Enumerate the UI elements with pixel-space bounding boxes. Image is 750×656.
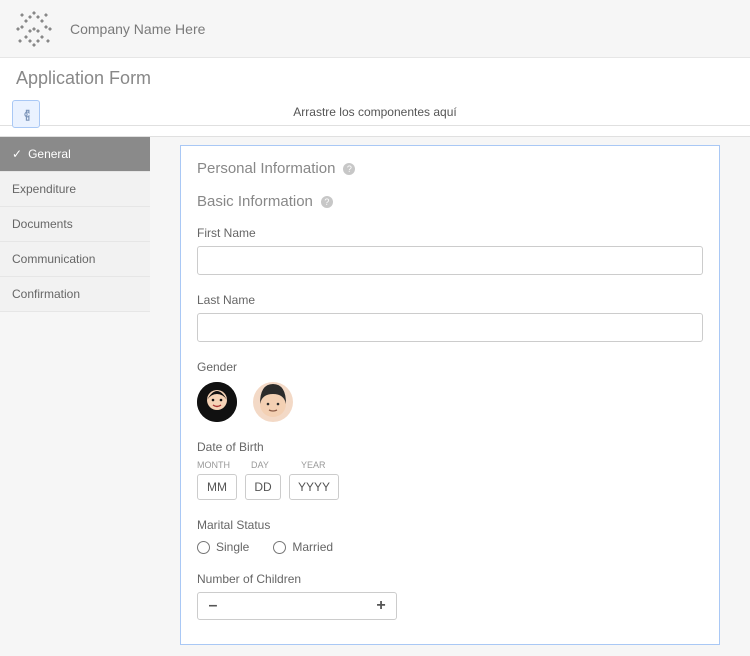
children-stepper: – + — [197, 592, 397, 620]
female-avatar-icon — [197, 382, 237, 422]
sidebar-item-label: Confirmation — [12, 287, 80, 301]
wrench-icon — [19, 107, 33, 121]
dob-day-input[interactable]: DD — [245, 474, 281, 500]
field-dob: Date of Birth MONTH DAY YEAR MM DD YYYY — [197, 440, 703, 500]
dob-month-header: MONTH — [197, 460, 237, 470]
dob-day-header: DAY — [251, 460, 287, 470]
field-last-name: Last Name — [197, 293, 703, 342]
field-marital-status: Marital Status Single Married — [197, 518, 703, 554]
section-title-text: Basic Information — [197, 193, 313, 210]
company-logo — [14, 9, 54, 49]
first-name-input[interactable] — [197, 246, 703, 275]
children-value[interactable] — [228, 593, 366, 619]
last-name-input[interactable] — [197, 313, 703, 342]
company-name: Company Name Here — [70, 21, 205, 37]
sidebar: ✓ General Expenditure Documents Communic… — [0, 137, 150, 656]
sidebar-item-label: Documents — [12, 217, 73, 231]
gender-option-male[interactable] — [253, 382, 293, 422]
dob-label: Date of Birth — [197, 440, 703, 454]
form-panel: Personal Information ? Basic Information… — [180, 145, 720, 645]
help-icon[interactable]: ? — [321, 196, 333, 208]
last-name-label: Last Name — [197, 293, 703, 307]
gender-label: Gender — [197, 360, 703, 374]
children-decrement-button[interactable]: – — [198, 593, 228, 619]
dob-month-input[interactable]: MM — [197, 474, 237, 500]
sidebar-item-label: Communication — [12, 252, 95, 266]
help-icon[interactable]: ? — [343, 163, 355, 175]
main-area: ✓ General Expenditure Documents Communic… — [0, 136, 750, 656]
section-title-text: Personal Information — [197, 160, 335, 177]
marital-radio-married[interactable] — [273, 541, 286, 554]
wrench-tool-button[interactable] — [12, 100, 40, 128]
male-avatar-icon — [253, 382, 293, 422]
page-title: Application Form — [0, 58, 750, 99]
sidebar-item-label: Expenditure — [12, 182, 76, 196]
marital-label: Marital Status — [197, 518, 703, 532]
field-children: Number of Children – + — [197, 572, 703, 620]
children-label: Number of Children — [197, 572, 703, 586]
sidebar-item-documents[interactable]: Documents — [0, 207, 150, 242]
check-icon: ✓ — [12, 147, 22, 161]
dob-headers: MONTH DAY YEAR — [197, 460, 703, 470]
sidebar-item-communication[interactable]: Communication — [0, 242, 150, 277]
marital-label-married: Married — [292, 540, 333, 554]
sidebar-item-general[interactable]: ✓ General — [0, 137, 150, 172]
content-area: Personal Information ? Basic Information… — [150, 137, 750, 656]
sidebar-item-confirmation[interactable]: Confirmation — [0, 277, 150, 312]
dob-year-header: YEAR — [301, 460, 351, 470]
marital-option-single[interactable]: Single — [197, 540, 249, 554]
field-gender: Gender — [197, 360, 703, 422]
marital-radio-single[interactable] — [197, 541, 210, 554]
section-basic-info: Basic Information ? — [197, 193, 703, 210]
field-first-name: First Name — [197, 226, 703, 275]
gender-option-female[interactable] — [197, 382, 237, 422]
top-bar: Company Name Here — [0, 0, 750, 58]
section-personal-info: Personal Information ? — [197, 160, 703, 177]
marital-label-single: Single — [216, 540, 249, 554]
sidebar-item-label: General — [28, 147, 71, 161]
sidebar-item-expenditure[interactable]: Expenditure — [0, 172, 150, 207]
children-increment-button[interactable]: + — [366, 593, 396, 619]
marital-option-married[interactable]: Married — [273, 540, 333, 554]
dob-year-input[interactable]: YYYY — [289, 474, 339, 500]
first-name-label: First Name — [197, 226, 703, 240]
